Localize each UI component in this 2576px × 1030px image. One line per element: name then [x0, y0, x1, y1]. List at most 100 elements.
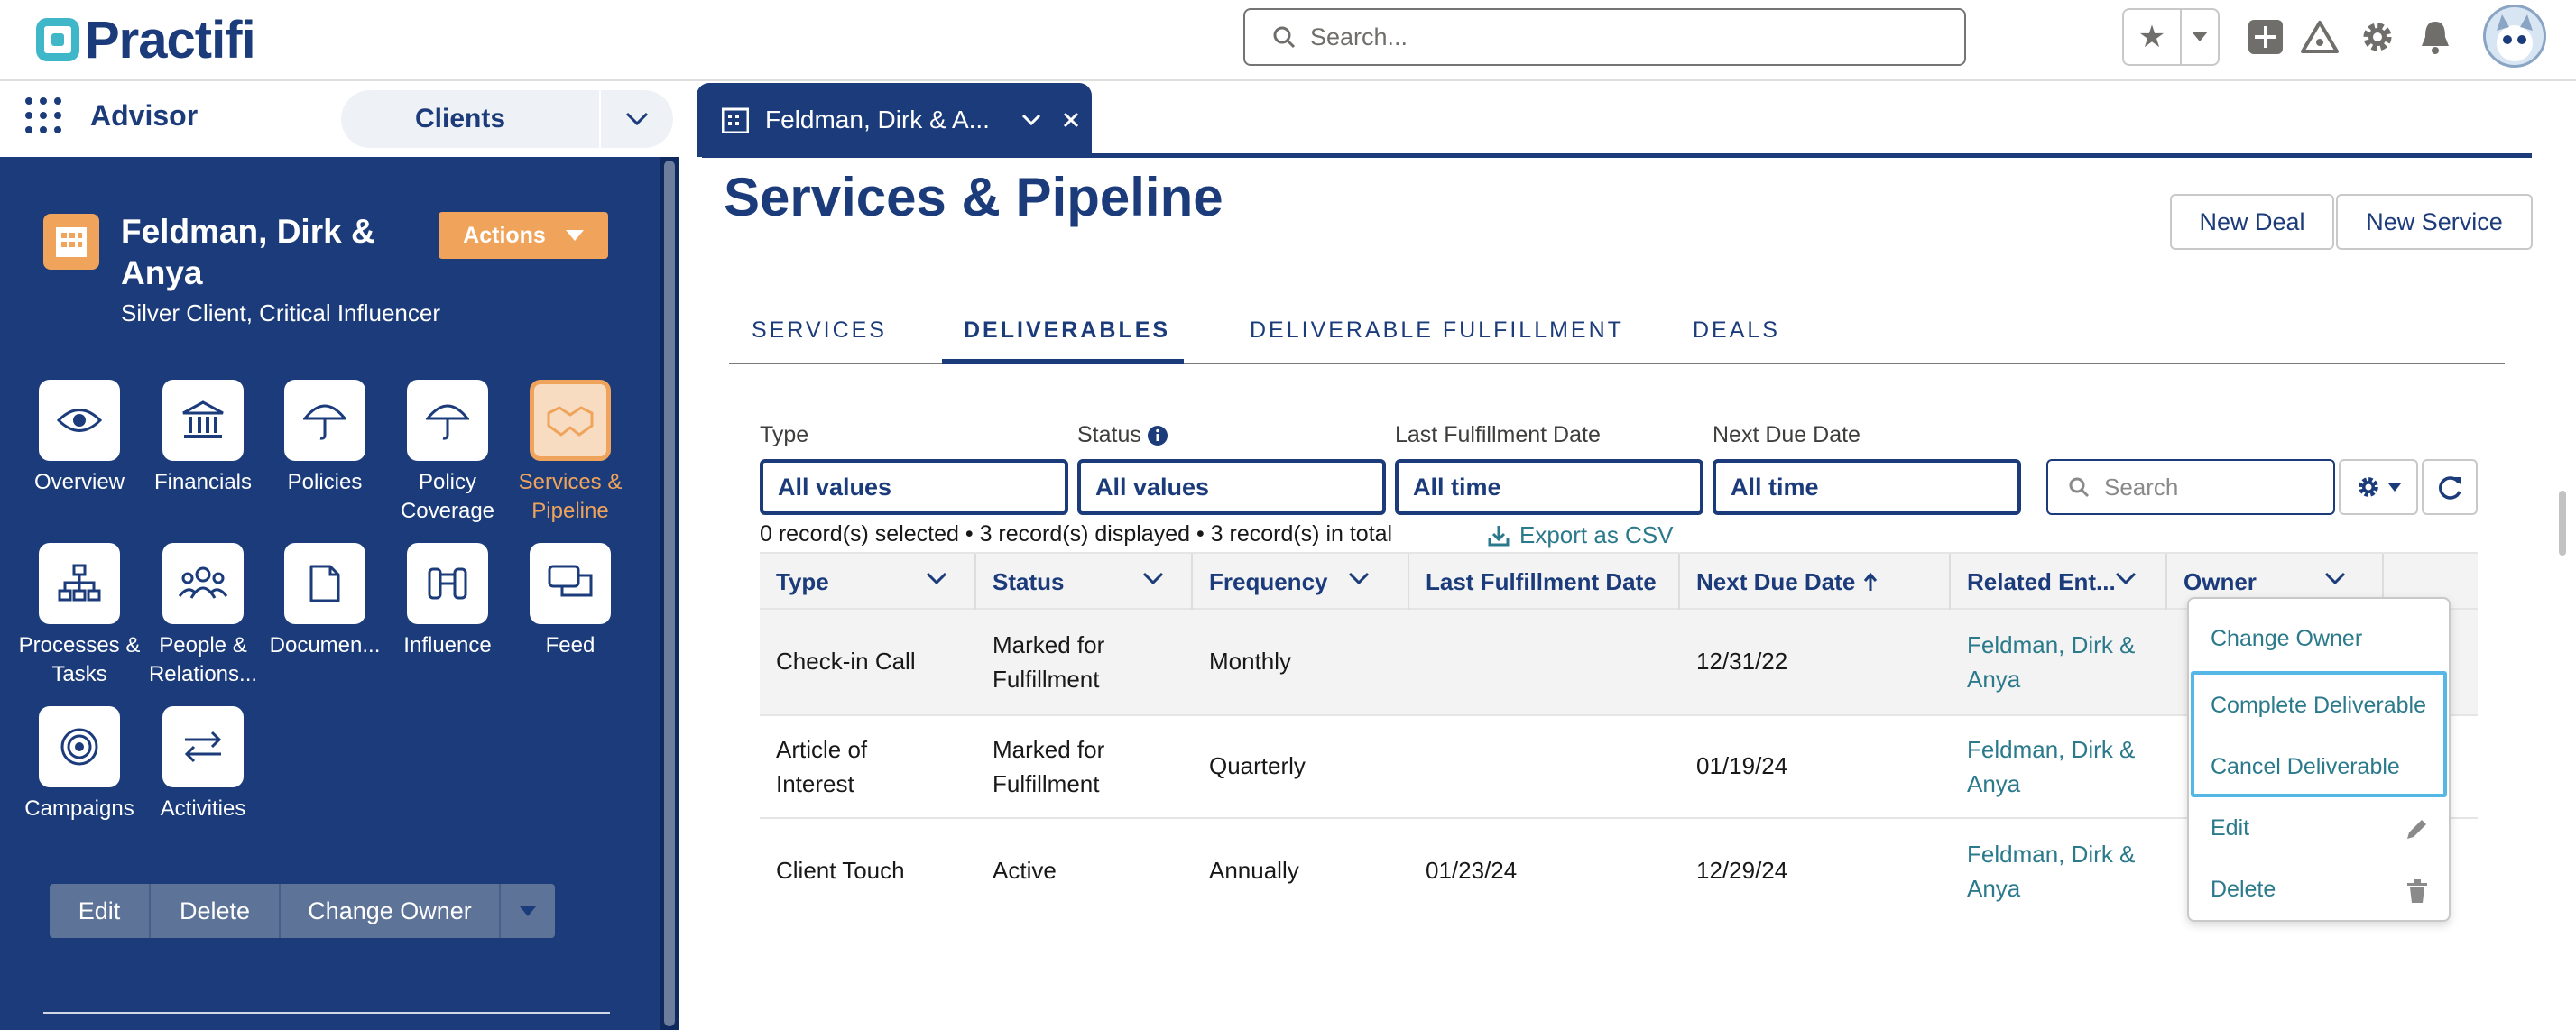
- user-avatar[interactable]: [2483, 5, 2546, 68]
- object-switcher[interactable]: Clients: [341, 90, 673, 148]
- related-entity-link[interactable]: Feldman, Dirk & Anya: [1967, 628, 2165, 696]
- table-search-placeholder: Search: [2104, 473, 2179, 501]
- table-search-input[interactable]: Search: [2046, 459, 2335, 515]
- edit-button[interactable]: Edit: [50, 884, 151, 938]
- tile-activities[interactable]: Activities: [142, 706, 264, 823]
- tile-influence[interactable]: Influence: [386, 543, 509, 660]
- tab-deals[interactable]: DEALS: [1693, 317, 1780, 344]
- tile-financials[interactable]: Financials: [142, 380, 264, 497]
- tile-people-relations[interactable]: People & Relations...: [142, 543, 264, 689]
- binoculars-icon: [428, 567, 467, 600]
- table-settings-button[interactable]: [2339, 459, 2418, 515]
- account-subtitle: Silver Client, Critical Influencer: [121, 299, 441, 326]
- info-icon[interactable]: [1147, 425, 1168, 446]
- change-owner-button[interactable]: Change Owner: [281, 884, 501, 938]
- filter-label-type: Type: [760, 422, 809, 447]
- record-header-strip: [702, 153, 2532, 158]
- favorites-group: ★: [2122, 8, 2220, 66]
- notifications-bell-icon[interactable]: [2416, 18, 2454, 56]
- more-actions-button[interactable]: [501, 884, 555, 938]
- record-tab-title: Feldman, Dirk & A...: [765, 106, 990, 133]
- tile-documents[interactable]: Documen...: [263, 543, 386, 660]
- gear-icon[interactable]: [2359, 18, 2396, 56]
- favorites-star-icon[interactable]: ★: [2124, 10, 2182, 64]
- next-due-filter-select[interactable]: All time: [1713, 459, 2021, 515]
- record-tab[interactable]: Feldman, Dirk & A...: [697, 83, 1092, 157]
- column-header-next-due[interactable]: Next Due Date: [1680, 554, 1951, 610]
- chevron-down-icon[interactable]: [2115, 572, 2137, 586]
- related-entity-link[interactable]: Feldman, Dirk & Anya: [1967, 837, 2165, 906]
- close-icon[interactable]: [1063, 112, 1079, 128]
- umbrella-icon: [303, 404, 346, 440]
- chevron-down-icon[interactable]: [1348, 572, 1370, 586]
- filter-label-status: Status: [1077, 422, 1168, 448]
- new-deal-button[interactable]: New Deal: [2170, 194, 2334, 250]
- column-header-type[interactable]: Type: [760, 554, 976, 610]
- related-entity-link[interactable]: Feldman, Dirk & Anya: [1967, 732, 2165, 801]
- favorites-menu-button[interactable]: [2182, 10, 2218, 64]
- actions-button[interactable]: Actions: [439, 212, 608, 259]
- page-title: Services & Pipeline: [724, 167, 1223, 227]
- global-actions-icon[interactable]: [2247, 18, 2285, 56]
- tab-deliverables[interactable]: DELIVERABLES: [964, 317, 1170, 344]
- last-fulfillment-filter-select[interactable]: All time: [1395, 459, 1703, 515]
- chevron-down-icon[interactable]: [926, 572, 947, 586]
- caret-down-icon: [565, 230, 584, 241]
- search-icon: [2069, 477, 2090, 498]
- chevron-down-icon[interactable]: [2324, 572, 2346, 586]
- sidebar-scrollbar[interactable]: [660, 157, 679, 1030]
- tile-overview[interactable]: Overview: [18, 380, 141, 497]
- menu-item-change-owner[interactable]: Change Owner: [2189, 608, 2449, 669]
- pencil-icon: [2407, 820, 2426, 839]
- filter-label-next-due: Next Due Date: [1713, 422, 1860, 447]
- chevron-down-icon[interactable]: [1142, 572, 1164, 586]
- refresh-icon: [2439, 476, 2461, 500]
- page-scrollbar-thumb[interactable]: [2559, 491, 2566, 556]
- sidebar-divider: [43, 1012, 610, 1014]
- export-csv-link[interactable]: Export as CSV: [1487, 521, 1674, 549]
- logo-mark-icon: [36, 18, 79, 61]
- caret-down-icon: [2192, 32, 2208, 41]
- status-filter-select[interactable]: All values: [1077, 459, 1386, 515]
- handshake-icon: [547, 406, 594, 437]
- tab-services[interactable]: SERVICES: [752, 317, 887, 344]
- app-navigation-bar: Advisor Clients Feldman, Dirk & A...: [0, 81, 2576, 157]
- tile-processes-tasks[interactable]: Processes & Tasks: [18, 543, 141, 689]
- column-header-frequency[interactable]: Frequency: [1193, 554, 1409, 610]
- app-launcher-icon[interactable]: [25, 97, 61, 133]
- sidebar-button-group: Edit Delete Change Owner: [50, 884, 555, 938]
- umbrella-icon: [426, 404, 469, 440]
- tab-deliverable-fulfillment[interactable]: DELIVERABLE FULFILLMENT: [1250, 317, 1624, 344]
- tab-bar: SERVICES DELIVERABLES DELIVERABLE FULFIL…: [729, 307, 2505, 364]
- column-header-last-fulfillment[interactable]: Last Fulfillment Date: [1409, 554, 1680, 610]
- record-summary: 0 record(s) selected • 3 record(s) displ…: [760, 521, 1393, 547]
- column-header-status[interactable]: Status: [976, 554, 1193, 610]
- caret-down-icon: [520, 906, 536, 916]
- menu-item-delete[interactable]: Delete: [2189, 859, 2449, 920]
- tile-campaigns[interactable]: Campaigns: [18, 706, 141, 823]
- practifi-logo[interactable]: Practifi: [36, 11, 256, 69]
- new-service-button[interactable]: New Service: [2336, 194, 2533, 250]
- document-icon: [309, 565, 340, 602]
- app-name: Advisor: [90, 99, 199, 132]
- chevron-down-icon[interactable]: [1021, 114, 1041, 126]
- refresh-button[interactable]: [2422, 459, 2478, 515]
- tile-policy-coverage[interactable]: Policy Coverage: [386, 380, 509, 526]
- tile-policies[interactable]: Policies: [263, 380, 386, 497]
- menu-focus-highlight: [2191, 671, 2447, 797]
- chevron-down-icon[interactable]: [601, 112, 673, 126]
- tile-feed[interactable]: Feed: [509, 543, 632, 660]
- menu-item-edit[interactable]: Edit: [2189, 797, 2449, 859]
- active-tab-indicator: [942, 359, 1184, 364]
- actions-button-label: Actions: [463, 222, 546, 248]
- account-name: Feldman, Dirk & Anya: [121, 213, 375, 291]
- caret-down-icon: [2388, 483, 2401, 492]
- column-header-related-entity[interactable]: Related Ent...: [1951, 554, 2167, 610]
- bank-icon: [182, 400, 224, 438]
- type-filter-select[interactable]: All values: [760, 459, 1068, 515]
- global-search-input[interactable]: Search...: [1243, 8, 1966, 66]
- delete-button[interactable]: Delete: [151, 884, 281, 938]
- sort-ascending-icon: [1864, 572, 1878, 591]
- tile-services-pipeline[interactable]: Services & Pipeline: [509, 380, 632, 526]
- trailhead-icon[interactable]: [2301, 18, 2339, 56]
